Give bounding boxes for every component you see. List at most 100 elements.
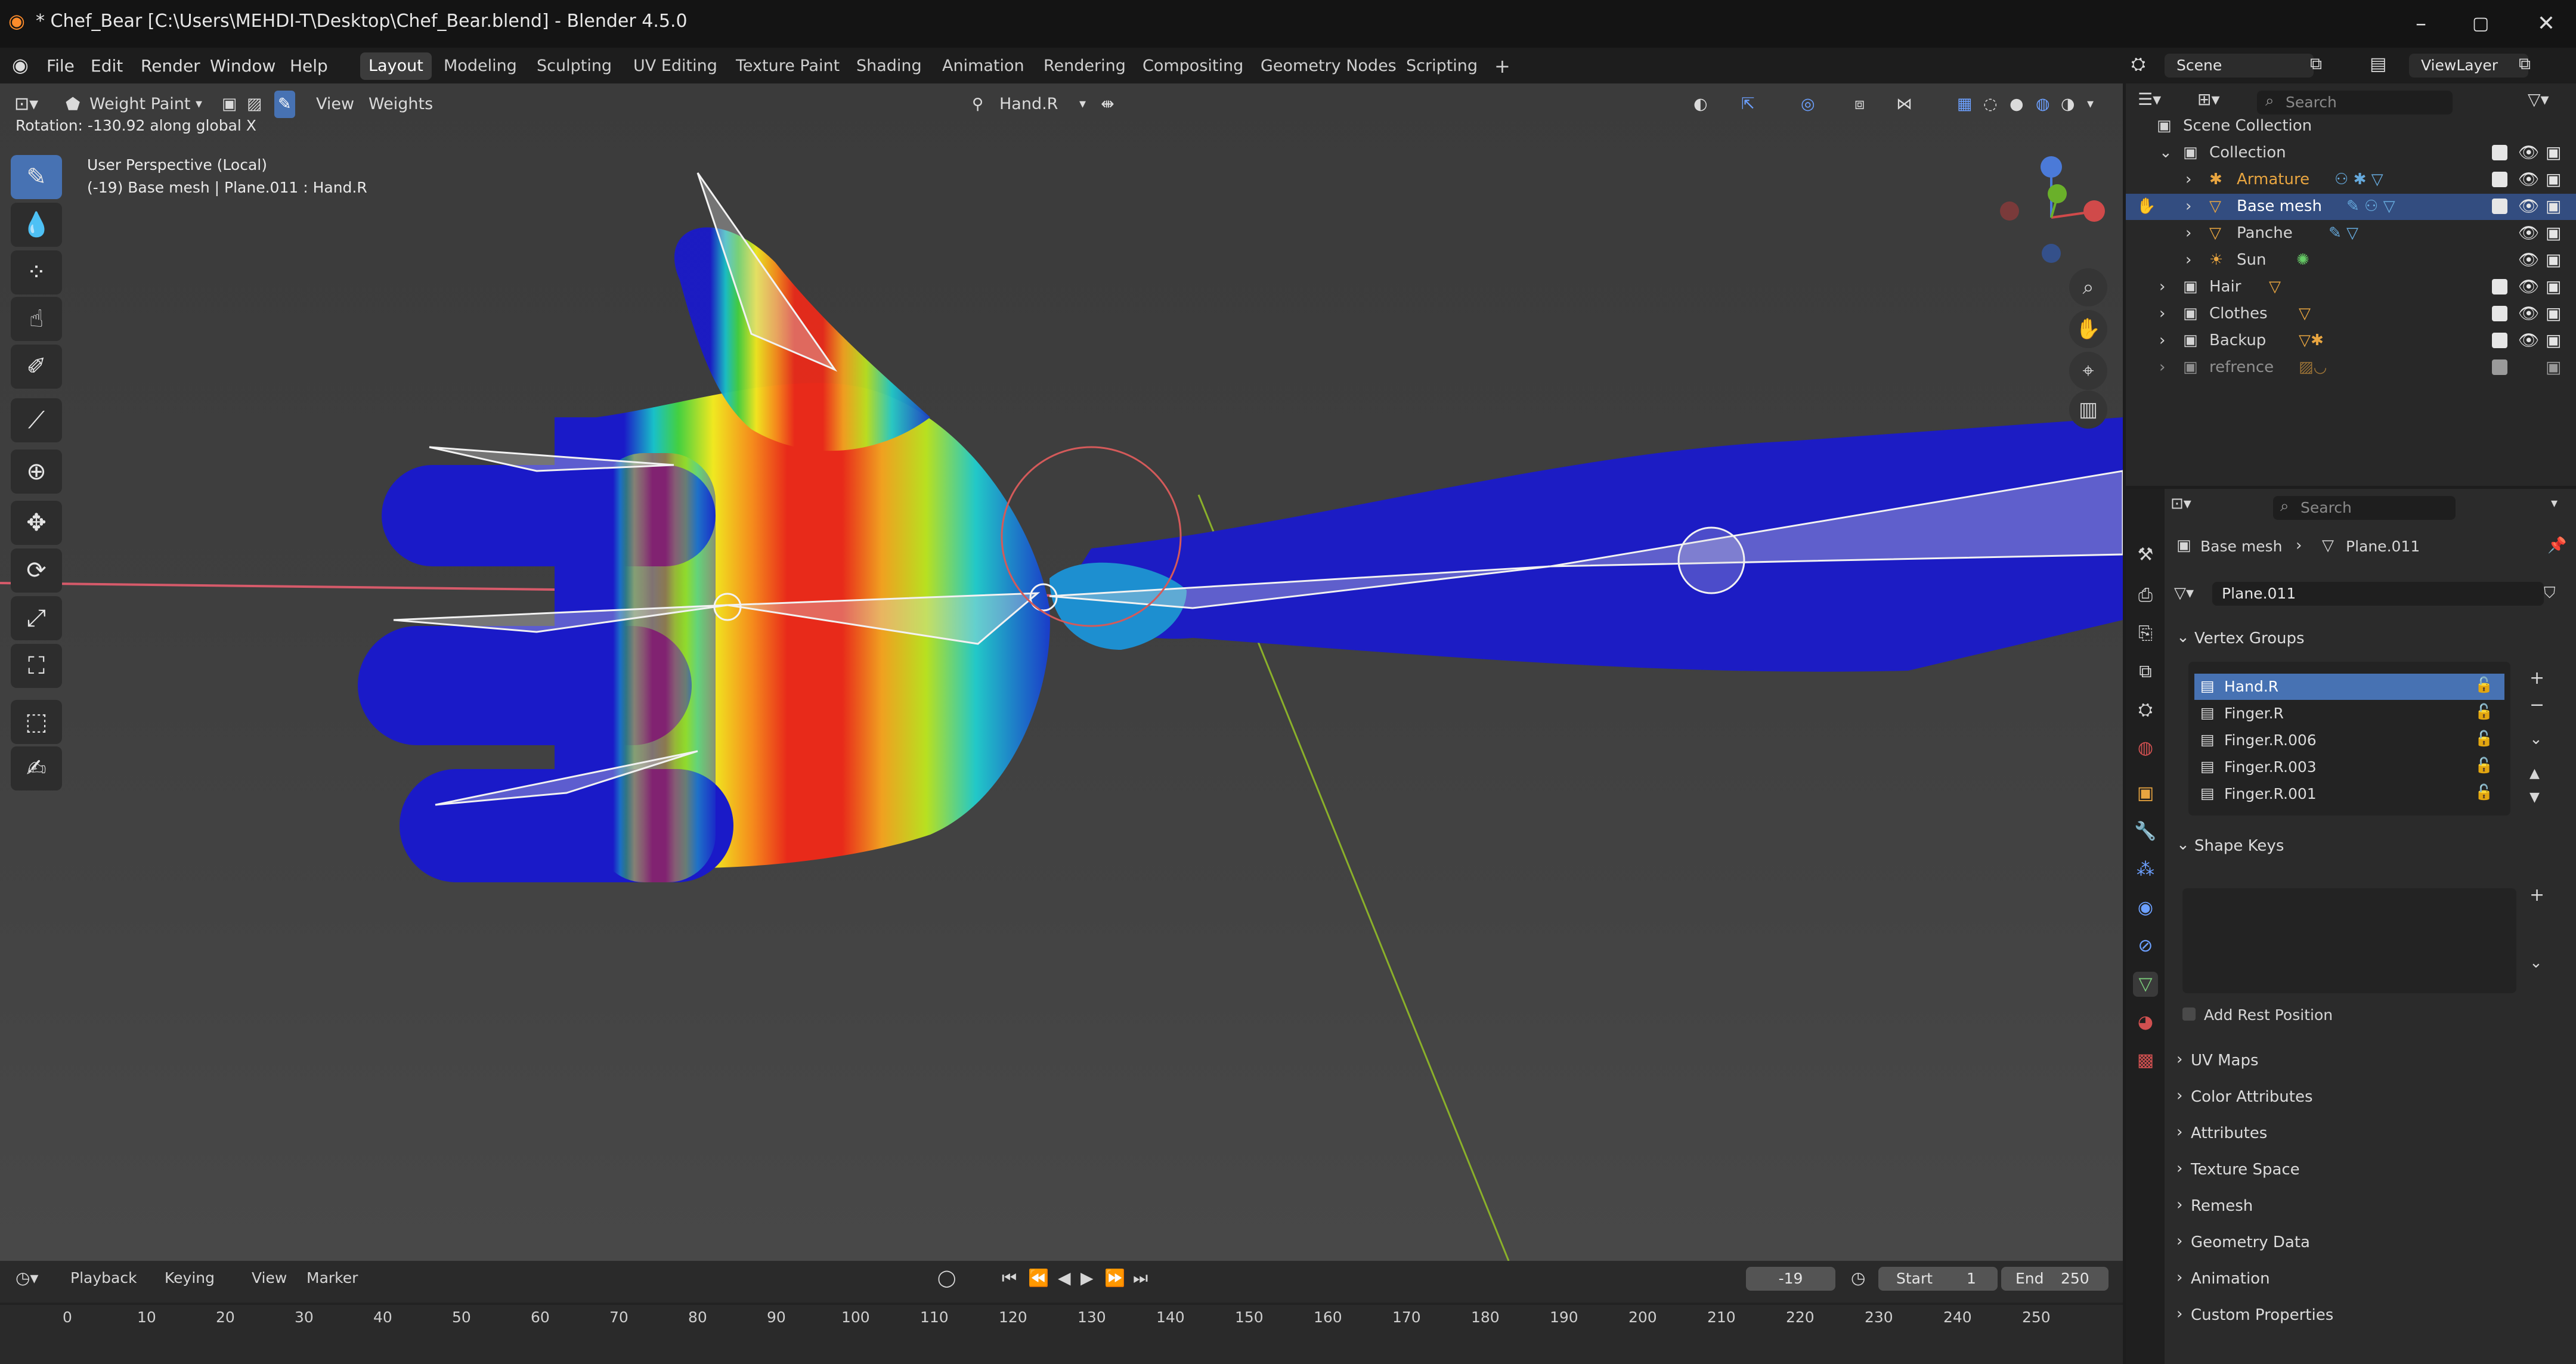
vertex-group-item[interactable]: ▤ Hand.R 🔓 bbox=[2194, 674, 2504, 700]
render-camera-icon[interactable]: ▣ bbox=[2546, 223, 2561, 243]
exclude-checkbox[interactable] bbox=[2492, 279, 2507, 294]
expand-arrow-icon[interactable]: › bbox=[2159, 305, 2165, 323]
pin-icon[interactable]: ✋ bbox=[2137, 197, 2156, 215]
shading-solid-icon[interactable]: ● bbox=[2010, 91, 2024, 118]
sample-weight-icon[interactable]: ✐ bbox=[11, 345, 62, 389]
physics-tab-icon[interactable]: ◉ bbox=[2133, 895, 2158, 920]
outliner-row-backup[interactable]: › ▣ Backup ▽✱ 👁 ▣ bbox=[2126, 328, 2576, 354]
render-camera-icon[interactable]: ▣ bbox=[2546, 250, 2561, 269]
tab-scripting[interactable]: Scripting bbox=[1398, 52, 1486, 80]
output-tab-icon[interactable]: ⎘ bbox=[2133, 621, 2158, 646]
scene-tab-icon[interactable]: ⛭ bbox=[2133, 698, 2158, 723]
shape-key-list[interactable] bbox=[2182, 888, 2516, 993]
weights-menu[interactable]: Weights bbox=[369, 91, 433, 118]
panel-shape-keys[interactable]: ⌄ Shape Keys bbox=[2165, 829, 2576, 861]
panel-custom-properties[interactable]: › Custom Properties bbox=[2165, 1298, 2576, 1330]
panel-attributes[interactable]: › Attributes bbox=[2165, 1116, 2576, 1148]
add-shape-key-button[interactable]: + bbox=[2529, 885, 2544, 906]
mask-face-icon[interactable]: ▣ bbox=[222, 91, 237, 118]
tab-shading[interactable]: Shading bbox=[848, 52, 930, 80]
tab-layout[interactable]: Layout bbox=[360, 52, 432, 80]
exclude-checkbox[interactable] bbox=[2492, 145, 2507, 160]
toggle-xray-icon[interactable]: ▦ bbox=[1957, 91, 1973, 118]
draw-tool-icon[interactable]: ✎ bbox=[11, 155, 62, 199]
lock-icon[interactable]: 🔓 bbox=[2475, 703, 2493, 721]
particles-tab-icon[interactable]: ⁂ bbox=[2133, 857, 2158, 882]
mode-dropdown-icon[interactable]: ▾ bbox=[196, 91, 202, 118]
frame-ruler[interactable]: 0 10 20 30 40 50 60 70 80 90 100 110 120 130 140 150 160… bbox=[0, 1261, 2123, 1364]
add-rest-position-checkbox[interactable] bbox=[2182, 1008, 2196, 1021]
move-up-icon[interactable]: ▲ bbox=[2529, 766, 2540, 781]
expand-arrow-icon[interactable]: › bbox=[2185, 224, 2191, 242]
expand-arrow-icon[interactable]: ⌄ bbox=[2159, 144, 2172, 162]
vertex-group-item[interactable]: ▤ Finger.R.001 🔓 bbox=[2194, 781, 2504, 807]
menu-render[interactable]: Render bbox=[141, 56, 200, 76]
tab-texture-paint[interactable]: Texture Paint bbox=[727, 52, 848, 80]
transform-tool-icon[interactable]: ⛶ bbox=[11, 644, 62, 688]
outliner-row-base-mesh[interactable]: ✋ › ▽ Base mesh ✎ ⚇ ▽ 👁 ▣ bbox=[2126, 194, 2576, 220]
shading-options-icon[interactable]: ▾ bbox=[2087, 91, 2094, 118]
vertex-group-item[interactable]: ▤ Finger.R 🔓 bbox=[2194, 700, 2504, 727]
add-workspace-button[interactable]: + bbox=[1486, 52, 1519, 80]
tab-sculpting[interactable]: Sculpting bbox=[528, 52, 620, 80]
exclude-checkbox[interactable] bbox=[2492, 199, 2507, 214]
outliner-row-hair[interactable]: › ▣ Hair ▽ 👁 ▣ bbox=[2126, 274, 2576, 300]
render-camera-icon[interactable]: ▣ bbox=[2546, 277, 2561, 296]
exclude-checkbox[interactable] bbox=[2492, 359, 2507, 375]
cursor-tool-icon[interactable]: ⊕ bbox=[11, 450, 62, 494]
expand-arrow-icon[interactable]: › bbox=[2159, 278, 2165, 296]
render-camera-icon[interactable]: ▣ bbox=[2546, 357, 2561, 377]
snap-icon[interactable]: ⋈ bbox=[1896, 91, 1912, 118]
gizmo-toggle-icon[interactable]: ⇱ bbox=[1741, 91, 1755, 118]
render-camera-icon[interactable]: ▣ bbox=[2546, 303, 2561, 323]
eye-icon[interactable]: 👁 bbox=[2518, 196, 2540, 216]
texture-tab-icon[interactable]: ▩ bbox=[2133, 1048, 2158, 1073]
panel-remesh[interactable]: › Remesh bbox=[2165, 1189, 2576, 1221]
modifier-tab-icon[interactable]: 🔧 bbox=[2133, 819, 2158, 844]
move-down-icon[interactable]: ▼ bbox=[2529, 790, 2540, 805]
vertex-group-item[interactable]: ▤ Finger.R.006 🔓 bbox=[2194, 727, 2504, 754]
outliner-row-collection[interactable]: ⌄ ▣ Collection 👁 ▣ bbox=[2126, 140, 2576, 166]
zoom-icon[interactable]: ⌕ bbox=[2069, 268, 2107, 306]
xray-icon[interactable]: ⧈ bbox=[1854, 91, 1865, 118]
mode-selector[interactable]: Weight Paint bbox=[89, 91, 190, 118]
outliner-row-panche[interactable]: › ▽ Panche ✎ ▽ 👁 ▣ bbox=[2126, 221, 2576, 247]
scale-tool-icon[interactable]: ⤢ bbox=[11, 596, 62, 640]
outliner-search-input[interactable]: Search bbox=[2257, 91, 2453, 114]
filter-icon[interactable]: ▽▾ bbox=[2528, 89, 2549, 109]
camera-view-icon[interactable]: ⌖ bbox=[2069, 352, 2107, 390]
material-tab-icon[interactable]: ◕ bbox=[2133, 1010, 2158, 1035]
panel-geometry-data[interactable]: › Geometry Data bbox=[2165, 1225, 2576, 1257]
blur-tool-icon[interactable]: 💧 bbox=[11, 203, 62, 247]
rotate-tool-icon[interactable]: ⟳ bbox=[11, 548, 62, 593]
view-menu[interactable]: View bbox=[316, 91, 354, 118]
remove-vertex-group-button[interactable]: − bbox=[2529, 695, 2544, 715]
tab-uv-editing[interactable]: UV Editing bbox=[625, 52, 726, 80]
eye-icon[interactable]: 👁 bbox=[2518, 330, 2540, 350]
smear-tool-icon[interactable]: ☝ bbox=[11, 297, 62, 341]
view-layer-tab-icon[interactable]: ⧉ bbox=[2133, 659, 2158, 684]
move-tool-icon[interactable]: ✥ bbox=[11, 501, 62, 545]
pan-hand-icon[interactable]: ✋ bbox=[2069, 310, 2107, 348]
3d-viewport[interactable]: ⊡▾ ⬟ Weight Paint ▾ ▣ ▨ ✎ View Weights ⚲… bbox=[0, 83, 2123, 1261]
display-mode-icon[interactable]: ⊞▾ bbox=[2197, 89, 2220, 109]
mask-vertex-icon[interactable]: ▨ bbox=[247, 91, 262, 118]
eye-icon[interactable]: 👁 bbox=[2518, 250, 2540, 269]
properties-search-input[interactable]: Search bbox=[2273, 496, 2456, 520]
tab-animation[interactable]: Animation bbox=[934, 52, 1033, 80]
scene-selector[interactable]: Scene bbox=[2165, 54, 2314, 78]
eye-icon[interactable]: 👁 bbox=[2518, 142, 2540, 162]
perspective-toggle-icon[interactable]: ▥ bbox=[2069, 390, 2107, 429]
visibility-icon[interactable]: ◐ bbox=[1693, 91, 1708, 118]
menu-window[interactable]: Window bbox=[210, 56, 275, 76]
shading-rendered-icon[interactable]: ◑ bbox=[2061, 91, 2075, 118]
annotate-tool-icon[interactable]: ✍ bbox=[11, 746, 62, 790]
eye-icon[interactable]: 👁 bbox=[2518, 303, 2540, 323]
panel-color-attributes[interactable]: › Color Attributes bbox=[2165, 1080, 2576, 1112]
add-vertex-group-button[interactable]: + bbox=[2529, 668, 2544, 689]
vertex-group-item[interactable]: ▤ Finger.R.003 🔓 bbox=[2194, 754, 2504, 780]
object-tab-icon[interactable]: ▣ bbox=[2133, 781, 2158, 806]
lock-icon[interactable]: 🔓 bbox=[2475, 757, 2493, 774]
menu-edit[interactable]: Edit bbox=[91, 56, 123, 76]
eye-icon[interactable]: 👁 bbox=[2518, 169, 2540, 189]
